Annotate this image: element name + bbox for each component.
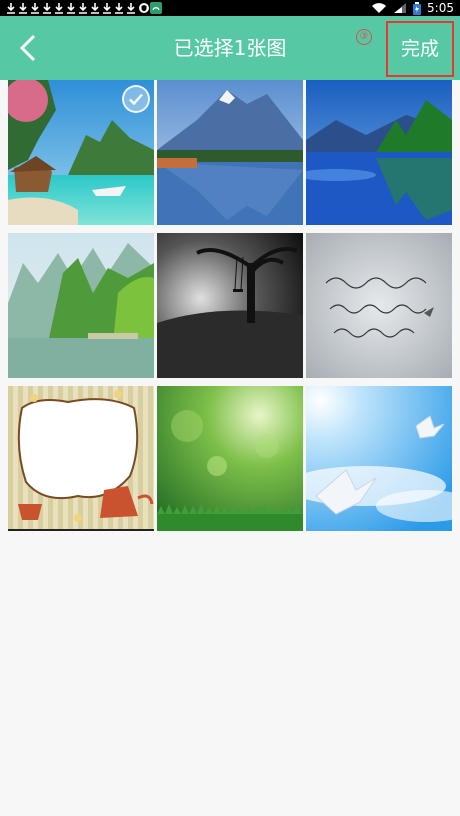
photo-tile[interactable]	[157, 233, 303, 378]
download-icon	[78, 2, 88, 14]
status-bar: 5:05	[0, 0, 460, 16]
signal-icon	[394, 3, 407, 13]
photo-tile[interactable]	[306, 386, 452, 531]
photo-tile[interactable]	[157, 386, 303, 531]
download-icon	[18, 2, 28, 14]
download-icon	[42, 2, 52, 14]
download-icon	[6, 2, 16, 14]
photo-tile[interactable]	[157, 80, 303, 225]
shield-icon	[138, 2, 149, 14]
download-icon	[102, 2, 112, 14]
blue-lake-forest-photo	[306, 80, 452, 225]
download-icon	[66, 2, 76, 14]
download-icon	[90, 2, 100, 14]
battery-icon	[413, 1, 422, 15]
download-icon	[114, 2, 124, 14]
download-icon	[30, 2, 40, 14]
photo-tile[interactable]	[306, 80, 452, 225]
karst-river-photo	[8, 233, 154, 378]
notification-icons	[6, 1, 162, 15]
selected-check-button[interactable]	[122, 85, 150, 113]
photo-tile[interactable]	[8, 386, 154, 531]
mountain-lake-photo	[157, 80, 303, 225]
app-bar: 已选择1张图 ③ 完成	[0, 16, 460, 80]
step-marker: ③	[356, 29, 372, 45]
download-icon	[54, 2, 64, 14]
cartoon-frame-teapot-photo	[8, 386, 154, 531]
photo-tile[interactable]	[8, 80, 154, 225]
paper-cranes-photo	[306, 386, 452, 531]
wifi-icon	[372, 3, 387, 14]
handwritten-note-photo	[306, 233, 452, 378]
app-notification-icon	[150, 2, 162, 14]
clock: 5:05	[427, 1, 454, 15]
green-bokeh-photo	[157, 386, 303, 531]
checkmark-icon	[129, 93, 143, 106]
done-button[interactable]: 完成	[386, 21, 454, 77]
tree-swing-photo	[157, 233, 303, 378]
photo-tile[interactable]	[8, 233, 154, 378]
download-icon	[126, 2, 136, 14]
photo-tile[interactable]	[306, 233, 452, 378]
